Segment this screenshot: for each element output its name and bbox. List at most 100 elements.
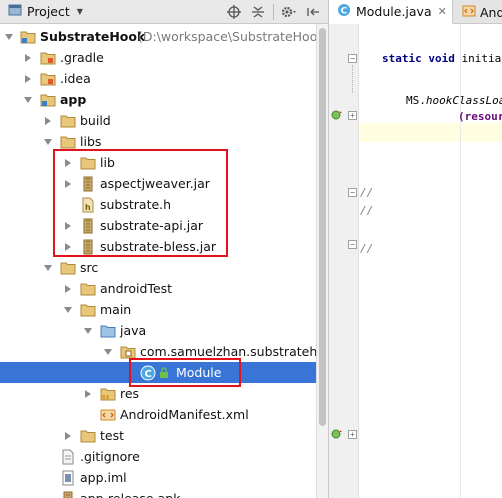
resource-folder-icon (100, 386, 116, 402)
scrollbar-thumb[interactable] (319, 28, 326, 426)
code-text: initial (461, 52, 502, 65)
folder-icon (60, 113, 76, 129)
fold-guide (352, 65, 353, 93)
chevron-down-icon[interactable] (42, 262, 54, 274)
tree-item-label: libs (80, 134, 102, 149)
override-method-icon[interactable] (331, 428, 343, 443)
chevron-right-icon[interactable] (22, 73, 34, 85)
svg-text:h: h (85, 203, 91, 212)
override-method-icon[interactable] (331, 109, 343, 124)
tree-item-label: .gitignore (80, 449, 140, 464)
tree-item-label: test (100, 428, 125, 443)
fold-expand-icon[interactable]: + (348, 111, 357, 120)
tab-androidmanifest[interactable]: And (454, 0, 502, 24)
chevron-down-icon[interactable] (82, 325, 94, 337)
tree-item-java[interactable]: java (0, 320, 316, 341)
code-area[interactable]: static void initial MS.hookClassLoad (re… (360, 24, 502, 498)
jar-icon (80, 176, 96, 192)
tree-item-label: Module (176, 365, 222, 380)
fold-expand-icon[interactable]: + (348, 430, 357, 439)
chevron-right-icon[interactable] (82, 388, 94, 400)
folder-icon (80, 281, 96, 297)
chevron-down-icon[interactable] (102, 346, 114, 358)
tree-item-label: src (80, 260, 99, 275)
tree-item-label: androidTest (100, 281, 173, 296)
code-comment: // (360, 186, 374, 199)
chevron-down-icon[interactable] (22, 94, 34, 106)
svg-text:C: C (341, 7, 348, 17)
code-comment: // (360, 204, 374, 217)
tree-item-main[interactable]: main (0, 299, 316, 320)
chevron-right-icon[interactable] (22, 52, 34, 64)
chevron-right-icon[interactable] (62, 178, 74, 190)
hide-panel-icon[interactable] (304, 3, 322, 21)
tree-item-package[interactable]: com.samuelzhan.substratehook (0, 341, 316, 362)
project-panel: Project ▼ SubstrateHook (D:\workspace\Su… (0, 0, 328, 498)
class-icon: C (337, 3, 351, 20)
fold-collapse-icon[interactable]: − (348, 188, 357, 197)
chevron-down-icon[interactable] (3, 31, 15, 43)
code-text: MS. (406, 94, 426, 107)
tree-item-app[interactable]: app (0, 89, 316, 110)
folder-icon (80, 302, 96, 318)
tree-item-app-iml[interactable]: app.iml (0, 467, 316, 488)
tree-item-app-release-apk[interactable]: app-release.apk (0, 488, 316, 498)
tree-item-lib[interactable]: lib (0, 152, 316, 173)
editor-gutter: − + − − + (329, 24, 359, 498)
code-method-call: hookClassLoad (425, 94, 502, 107)
tree-item-label: build (80, 113, 111, 128)
code-comment: // (360, 242, 374, 255)
lock-icon (156, 365, 172, 381)
apk-file-icon (60, 491, 76, 498)
chevron-right-icon[interactable] (62, 430, 74, 442)
folder-icon (60, 134, 76, 150)
tree-item-label: com.samuelzhan.substratehook (140, 344, 316, 359)
collapse-all-icon[interactable] (249, 3, 267, 21)
code-text: (resour (458, 110, 502, 123)
chevron-right-icon[interactable] (62, 241, 74, 253)
chevron-right-icon[interactable] (62, 157, 74, 169)
svg-text:C: C (145, 369, 152, 380)
folder-icon (40, 71, 56, 87)
module-folder-icon (40, 92, 56, 108)
tree-item-build[interactable]: build (0, 110, 316, 131)
target-icon[interactable] (225, 3, 243, 21)
close-icon[interactable]: ✕ (438, 5, 447, 18)
tree-item-idea[interactable]: .idea (0, 68, 316, 89)
tree-item-libs[interactable]: libs (0, 131, 316, 152)
fold-collapse-icon[interactable]: − (348, 54, 357, 63)
tree-scrollbar[interactable] (316, 24, 328, 498)
chevron-right-icon[interactable] (42, 115, 54, 127)
tree-item-substratehook[interactable]: SubstrateHook (D:\workspace\SubstrateHoo… (0, 26, 316, 47)
folder-icon (80, 155, 96, 171)
tab-module-java[interactable]: C Module.java ✕ (329, 0, 453, 24)
tree-item-gradle[interactable]: .gradle (0, 47, 316, 68)
chevron-right-icon[interactable] (62, 220, 74, 232)
tree-item-substrate-bless-jar[interactable]: substrate-bless.jar (0, 236, 316, 257)
chevron-down-icon[interactable] (42, 136, 54, 148)
tree-item-src[interactable]: src (0, 257, 316, 278)
folder-icon (80, 428, 96, 444)
folder-icon (40, 50, 56, 66)
chevron-right-icon[interactable] (62, 283, 74, 295)
tree-item-aspectjweaver-jar[interactable]: aspectjweaver.jar (0, 173, 316, 194)
tree-item-label: java (120, 323, 147, 338)
iml-file-icon (60, 470, 76, 486)
tree-item-label: main (100, 302, 132, 317)
tree-item-androidmanifest[interactable]: AndroidManifest.xml (0, 404, 316, 425)
tree-item-substrate-h[interactable]: h substrate.h (0, 194, 316, 215)
fold-collapse-icon[interactable]: − (348, 240, 357, 249)
chevron-down-icon[interactable] (62, 304, 74, 316)
tree-item-module[interactable]: C Module (0, 362, 316, 383)
project-view-selector[interactable]: Project ▼ (4, 1, 87, 23)
xml-file-icon (100, 407, 116, 423)
tree-item-label: substrate.h (100, 197, 172, 212)
tree-item-androidtest[interactable]: androidTest (0, 278, 316, 299)
tree-item-res[interactable]: res (0, 383, 316, 404)
gear-icon[interactable] (280, 3, 298, 21)
tree-item-substrate-api-jar[interactable]: substrate-api.jar (0, 215, 316, 236)
tree-item-label: .idea (60, 71, 91, 86)
tree-item-label: aspectjweaver.jar (100, 176, 210, 191)
tree-item-test[interactable]: test (0, 425, 316, 446)
tree-item-gitignore[interactable]: .gitignore (0, 446, 316, 467)
